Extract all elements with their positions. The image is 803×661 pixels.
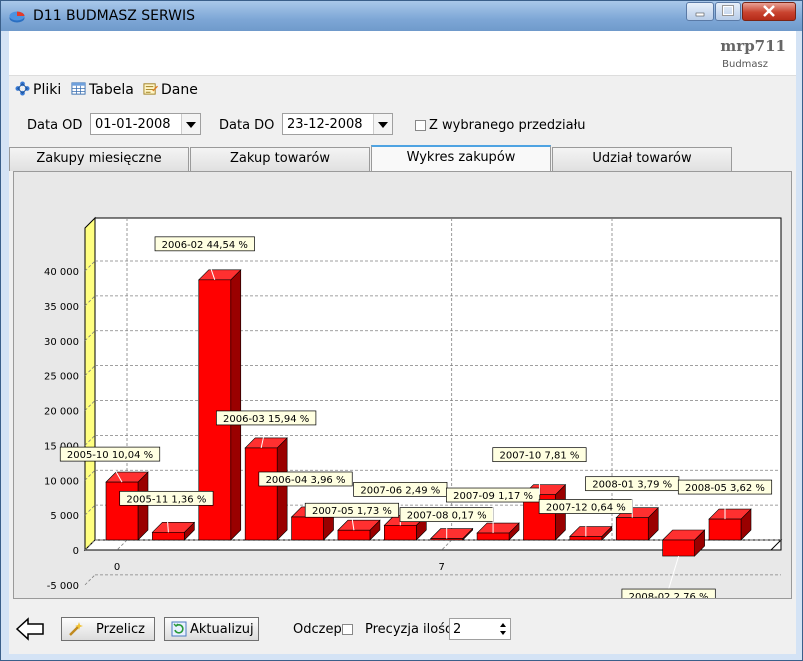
menu-item-pliki[interactable]: Pliki (15, 81, 61, 98)
precision-label: Precyzja ilości (365, 622, 456, 637)
detach-checkbox[interactable] (342, 624, 353, 635)
bar (337, 529, 371, 541)
date-from-combo[interactable]: 01-01-2008 (90, 113, 201, 135)
recalculate-label: Przelicz (96, 622, 145, 637)
data-label: 2007-10 7,81 % (500, 451, 580, 462)
gridline-wall (84, 574, 96, 586)
table-icon (71, 82, 86, 95)
y-tick-label: 40 000 (44, 267, 79, 278)
y-tick-label: 0 (73, 546, 79, 557)
update-button[interactable]: Aktualizuj (164, 617, 259, 641)
data-label: 2006-03 15,94 % (223, 414, 309, 425)
bar-side (137, 471, 149, 541)
menu-label-tabela: Tabela (89, 82, 134, 98)
brand-subtitle: Budmasz (722, 59, 768, 70)
bar-side (276, 437, 288, 541)
y-tick-label: 20 000 (44, 407, 79, 418)
range-checkbox-label[interactable]: Z wybranego przedziału (429, 118, 586, 133)
data-label: 2006-02 44,54 % (162, 240, 248, 251)
wand-icon (69, 622, 83, 636)
y-axis-wall (84, 216, 96, 552)
data-label: 2007-12 0,64 % (546, 503, 626, 514)
bar (615, 517, 649, 541)
menu-item-dane[interactable]: Dane (143, 81, 198, 98)
data-label: 2007-06 2,49 % (360, 485, 440, 496)
bar (244, 447, 278, 541)
bar (430, 538, 463, 541)
bar (569, 536, 603, 541)
data-label: 2007-09 1,17 % (453, 491, 533, 502)
arrow-left-icon[interactable] (15, 617, 45, 641)
spinner-arrows-icon[interactable] (496, 619, 510, 639)
tab-wykres-zakupow[interactable]: Wykres zakupów (371, 145, 551, 171)
chevron-down-icon[interactable] (373, 114, 392, 134)
y-tick-label: -5 000 (47, 581, 79, 592)
maximize-button[interactable] (715, 2, 741, 21)
close-button[interactable] (742, 2, 796, 21)
window-title: D11 BUDMASZ SERWIS (33, 8, 196, 24)
bar (708, 518, 742, 541)
menu-label-pliki: Pliki (33, 82, 62, 98)
network-icon (15, 81, 30, 96)
detach-label: Odczep (293, 622, 342, 637)
bar (476, 532, 510, 541)
data-label: 2007-08 0,17 % (407, 511, 487, 522)
app-icon (9, 11, 25, 23)
date-to-label: Data DO (219, 118, 275, 133)
bottom-toolbar: Przelicz Aktualizuj Odczep Precyzja iloś… (9, 606, 796, 654)
tab-udzial-towarow[interactable]: Udział towarów (552, 147, 732, 171)
y-tick-label: 10 000 (44, 476, 79, 487)
bar (152, 532, 185, 541)
title-bar[interactable]: D11 BUDMASZ SERWIS (1, 1, 802, 31)
y-tick-label: 5 000 (50, 511, 79, 522)
data-label: 2008-05 3,62 % (685, 483, 765, 494)
data-label: 2007-05 1,73 % (312, 506, 392, 517)
minimize-icon (695, 12, 705, 17)
data-label: 2005-10 10,04 % (67, 450, 153, 461)
data-label: 2005-11 1,36 % (126, 494, 206, 505)
brand-logo: mrp711 (720, 37, 786, 55)
maximize-icon (722, 5, 734, 16)
refresh-icon (171, 621, 187, 637)
chevron-down-icon[interactable] (181, 114, 200, 134)
date-from-label: Data OD (27, 118, 83, 133)
precision-value: 2 (453, 622, 462, 637)
bar (384, 525, 417, 541)
date-from-value: 01-01-2008 (95, 117, 171, 132)
date-to-combo[interactable]: 23-12-2008 (282, 113, 393, 135)
chart-panel: Wysokość sprzedaży40 00035 00030 00025 0… (13, 171, 792, 599)
x-tick-label: 7 (439, 562, 445, 573)
data-label: 2008-02 2,76 % (629, 592, 709, 598)
client-area: mrp711 Budmasz Pliki Tabela Dane Data OD… (9, 31, 796, 654)
close-icon (763, 5, 775, 17)
header-strip: mrp711 Budmasz (9, 31, 796, 76)
bar (291, 516, 324, 541)
bar-side (230, 269, 242, 541)
date-to-value: 23-12-2008 (287, 117, 363, 132)
precision-spinner[interactable]: 2 (449, 618, 511, 640)
tab-zakupy-miesieczne[interactable]: Zakupy miesięczne (9, 147, 189, 171)
app-window: D11 BUDMASZ SERWIS mrp711 Budmasz Pliki (0, 0, 803, 661)
update-label: Aktualizuj (190, 622, 254, 637)
range-checkbox[interactable] (415, 120, 426, 131)
minimize-button[interactable] (686, 2, 714, 21)
bar (105, 481, 139, 541)
tab-strip: Zakupy miesięczne Zakup towarów Wykres z… (9, 145, 796, 171)
data-icon (143, 83, 158, 95)
y-tick-label: 25 000 (44, 372, 79, 383)
data-label: 2008-01 3,79 % (592, 480, 672, 491)
menu-label-dane: Dane (161, 82, 198, 98)
data-label: 2006-04 3,96 % (266, 475, 346, 486)
tab-zakup-towarow[interactable]: Zakup towarów (190, 147, 370, 171)
recalculate-button[interactable]: Przelicz (61, 617, 155, 641)
callout-line (668, 555, 680, 590)
y-tick-label: 35 000 (44, 302, 79, 313)
bar (662, 539, 695, 557)
x-tick-label: 0 (114, 562, 120, 573)
y-tick-label: 30 000 (44, 337, 79, 348)
bar-chart: Wysokość sprzedaży40 00035 00030 00025 0… (44, 216, 783, 598)
menu-item-tabela[interactable]: Tabela (71, 81, 134, 98)
